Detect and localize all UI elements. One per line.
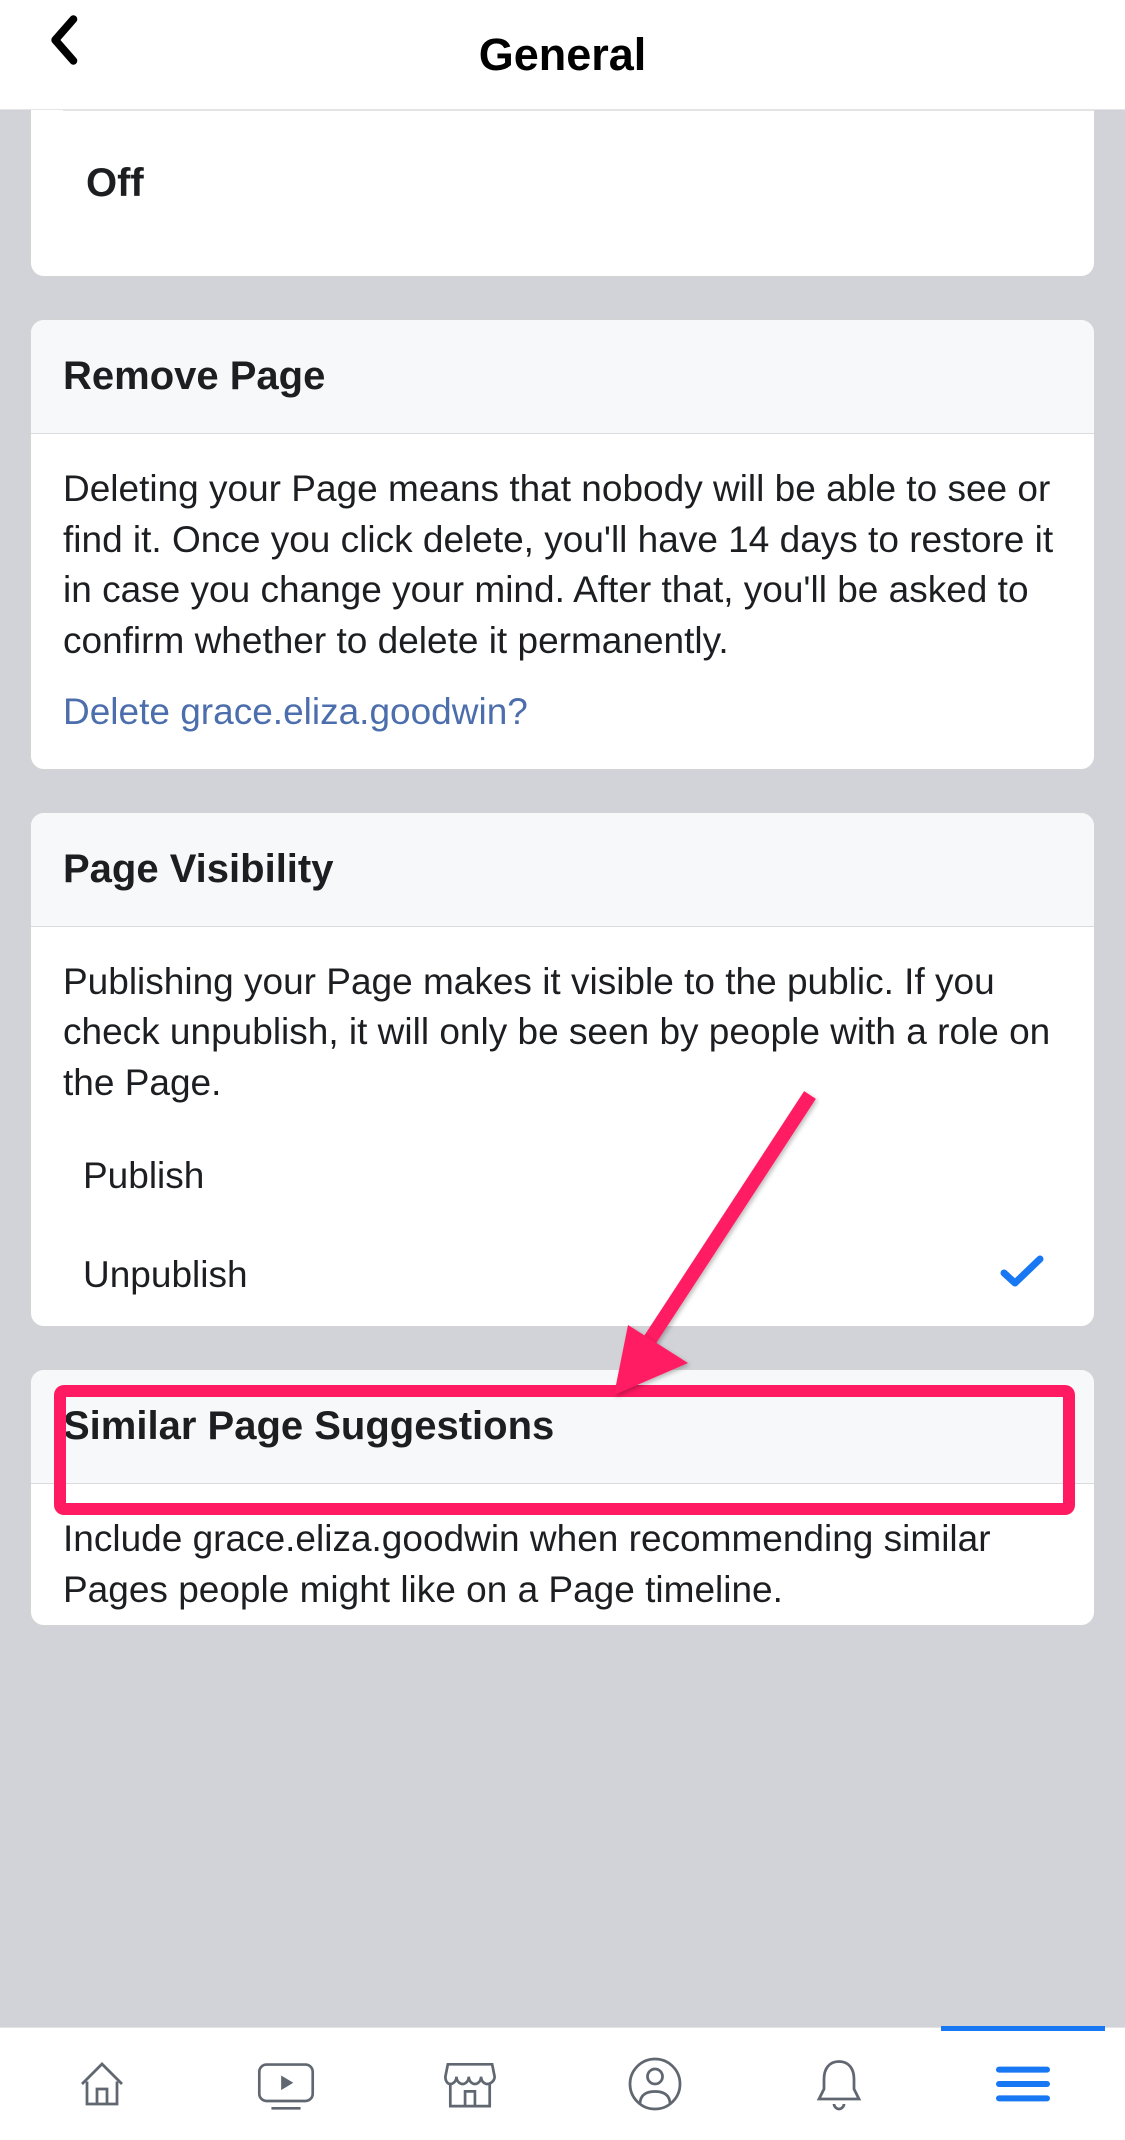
tab-menu[interactable]	[931, 2028, 1115, 2140]
checkmark-icon	[998, 1253, 1046, 1298]
card-similar-pages: Similar Page Suggestions Include grace.e…	[30, 1369, 1095, 1626]
option-publish-label: Publish	[83, 1155, 204, 1197]
card-off: Off	[30, 110, 1095, 277]
marketplace-icon	[438, 2054, 502, 2114]
page-header: General	[0, 0, 1125, 110]
chevron-left-icon	[46, 14, 80, 66]
delete-page-link[interactable]: Delete grace.eliza.goodwin?	[63, 691, 1062, 733]
section-header-page-visibility: Page Visibility	[31, 813, 1094, 927]
section-header-remove-page: Remove Page	[31, 320, 1094, 434]
active-tab-indicator	[941, 2026, 1105, 2031]
option-unpublish[interactable]: Unpublish	[31, 1225, 1094, 1326]
section-title: Similar Page Suggestions	[63, 1404, 1062, 1449]
home-icon	[72, 2054, 132, 2114]
hamburger-menu-icon	[994, 2060, 1052, 2108]
tab-notifications[interactable]	[747, 2028, 931, 2140]
tab-profile[interactable]	[563, 2028, 747, 2140]
section-body-page-visibility: Publishing your Page makes it visible to…	[31, 927, 1094, 1127]
card-page-visibility: Page Visibility Publishing your Page mak…	[30, 812, 1095, 1327]
section-title: Page Visibility	[63, 847, 1062, 892]
remove-page-description: Deleting your Page means that nobody wil…	[63, 464, 1062, 667]
section-title: Remove Page	[63, 354, 1062, 399]
back-button[interactable]	[38, 15, 88, 65]
section-header-similar-pages: Similar Page Suggestions	[31, 1370, 1094, 1484]
tab-watch[interactable]	[194, 2028, 378, 2140]
watch-tv-icon	[252, 2054, 320, 2114]
section-body-remove-page: Deleting your Page means that nobody wil…	[31, 434, 1094, 769]
option-unpublish-label: Unpublish	[83, 1254, 248, 1296]
off-value[interactable]: Off	[31, 111, 1094, 276]
tab-home[interactable]	[10, 2028, 194, 2140]
bell-icon	[811, 2054, 867, 2114]
similar-pages-description: Include grace.eliza.goodwin when recomme…	[63, 1514, 1062, 1615]
card-remove-page: Remove Page Deleting your Page means tha…	[30, 319, 1095, 770]
page-visibility-description: Publishing your Page makes it visible to…	[63, 957, 1062, 1109]
option-publish[interactable]: Publish	[31, 1127, 1094, 1225]
bottom-tab-bar	[0, 2027, 1125, 2140]
content-scroll-area[interactable]: Off Remove Page Deleting your Page means…	[0, 110, 1125, 2027]
profile-icon	[625, 2054, 685, 2114]
section-body-similar-pages: Include grace.eliza.goodwin when recomme…	[31, 1484, 1094, 1625]
page-title: General	[479, 29, 647, 81]
tab-marketplace[interactable]	[378, 2028, 562, 2140]
